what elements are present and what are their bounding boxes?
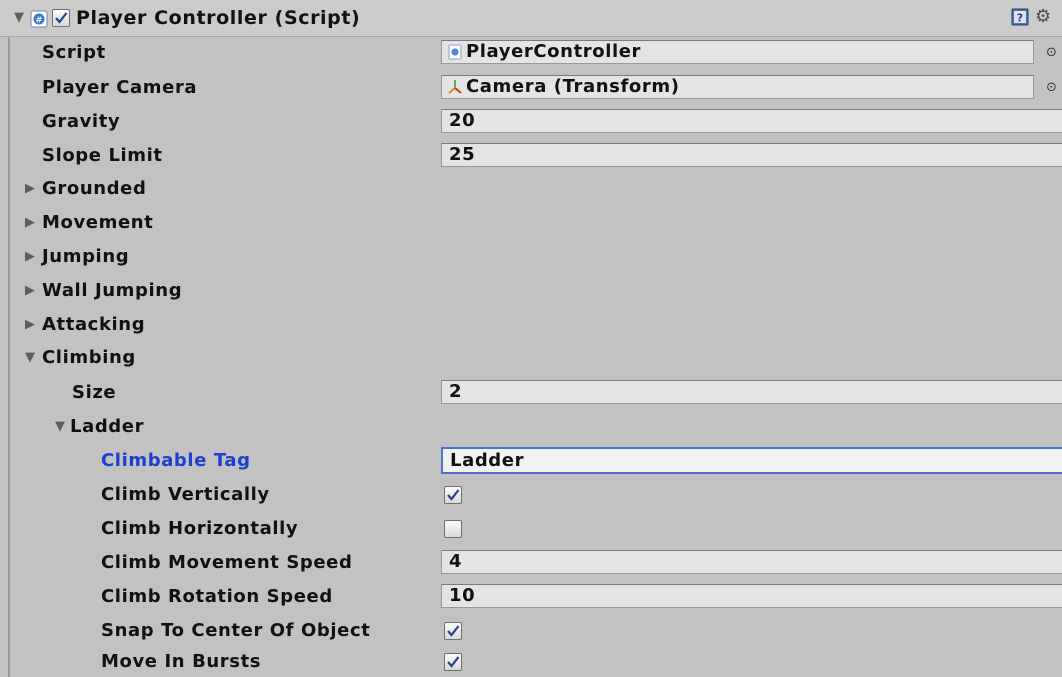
climb-vertically-row: Climb Vertically [0, 478, 1062, 512]
climb-movement-speed-label[interactable]: Climb Movement Speed [101, 546, 352, 580]
help-book-icon[interactable]: ? [1011, 8, 1029, 26]
player-camera-field[interactable]: Camera (Transform) [441, 75, 1034, 99]
triangle-right-icon[interactable]: ▶ [25, 240, 35, 274]
gear-icon[interactable]: ⚙ [1035, 6, 1059, 28]
foldout-movement-label[interactable]: Movement [42, 206, 153, 240]
climb-movement-speed-field[interactable]: 4 [441, 550, 1062, 574]
climbable-tag-label: Climbable Tag [101, 450, 251, 471]
script-field[interactable]: PlayerController [441, 40, 1034, 64]
foldout-movement[interactable]: ▶ Movement [0, 206, 1062, 240]
triangle-down-icon[interactable]: ▼ [25, 341, 35, 375]
object-picker-icon[interactable]: ⊙ [1046, 79, 1060, 97]
climbing-size-field[interactable]: 2 [441, 380, 1062, 404]
slope-limit-row: Slope Limit 25 [0, 139, 1062, 173]
triangle-down-icon[interactable]: ▼ [55, 410, 65, 444]
climb-vertically-label: Climb Vertically [101, 484, 270, 505]
climb-horizontally-checkbox[interactable] [444, 520, 462, 538]
move-in-bursts-checkbox[interactable] [444, 653, 462, 671]
foldout-jumping-label[interactable]: Jumping [42, 240, 129, 274]
component-enabled-checkbox[interactable] [52, 9, 70, 27]
gravity-row: Gravity 20 [0, 105, 1062, 139]
object-picker-icon[interactable]: ⊙ [1046, 44, 1060, 62]
snap-to-center-row: Snap To Center Of Object [0, 614, 1062, 648]
climbable-tag-field[interactable]: Ladder [441, 447, 1062, 474]
component-foldout-icon[interactable]: ▼ [14, 0, 24, 36]
foldout-climbing-label[interactable]: Climbing [42, 341, 136, 375]
foldout-grounded-label[interactable]: Grounded [42, 172, 146, 206]
player-camera-label: Player Camera [42, 77, 198, 98]
triangle-right-icon[interactable]: ▶ [25, 206, 35, 240]
foldout-wall-jumping-label[interactable]: Wall Jumping [42, 274, 182, 308]
gravity-label[interactable]: Gravity [42, 105, 120, 139]
slope-limit-value: 25 [449, 144, 476, 165]
triangle-right-icon[interactable]: ▶ [25, 274, 35, 308]
snap-to-center-checkbox[interactable] [444, 622, 462, 640]
climbable-tag-value: Ladder [450, 450, 525, 471]
move-in-bursts-row: Move In Bursts [0, 645, 1062, 677]
climbable-tag-row: Climbable Tag Ladder [0, 444, 1062, 478]
climb-movement-speed-row: Climb Movement Speed 4 [0, 546, 1062, 580]
foldout-ladder-label[interactable]: Ladder [70, 410, 144, 444]
move-in-bursts-label: Move In Bursts [101, 651, 262, 672]
script-row: Script PlayerController ⊙ [0, 36, 1062, 70]
triangle-right-icon[interactable]: ▶ [25, 308, 35, 342]
slope-limit-label[interactable]: Slope Limit [42, 139, 163, 173]
climb-rotation-speed-value: 10 [449, 585, 476, 606]
climb-movement-speed-value: 4 [449, 551, 463, 572]
foldout-climbing[interactable]: ▼ Climbing [0, 341, 1062, 375]
foldout-wall-jumping[interactable]: ▶ Wall Jumping [0, 274, 1062, 308]
foldout-attacking-label[interactable]: Attacking [42, 308, 145, 342]
foldout-attacking[interactable]: ▶ Attacking [0, 308, 1062, 342]
player-camera-row: Player Camera Camera (Transform) ⊙ [0, 71, 1062, 105]
csharp-script-icon [447, 44, 463, 60]
gravity-field[interactable]: 20 [441, 109, 1062, 133]
csharp-script-icon: # [30, 10, 48, 28]
inspector-panel: ▼ # Player Controller (Script) ? ⚙ Scrip… [0, 0, 1062, 677]
climbing-size-label: Size [72, 382, 117, 403]
component-header[interactable]: ▼ # Player Controller (Script) ? ⚙ [0, 0, 1062, 37]
triangle-right-icon[interactable]: ▶ [25, 172, 35, 206]
climb-rotation-speed-label[interactable]: Climb Rotation Speed [101, 580, 333, 614]
component-title: Player Controller (Script) [76, 7, 361, 29]
player-camera-value: Camera (Transform) [466, 76, 680, 97]
script-label: Script [42, 42, 106, 63]
snap-to-center-label: Snap To Center Of Object [101, 620, 371, 641]
foldout-grounded[interactable]: ▶ Grounded [0, 172, 1062, 206]
svg-text:#: # [36, 16, 43, 25]
climb-horizontally-row: Climb Horizontally [0, 512, 1062, 546]
gravity-value: 20 [449, 110, 476, 131]
foldout-jumping[interactable]: ▶ Jumping [0, 240, 1062, 274]
slope-limit-field[interactable]: 25 [441, 143, 1062, 167]
climb-rotation-speed-field[interactable]: 10 [441, 584, 1062, 608]
transform-axes-icon [447, 79, 463, 95]
climb-vertically-checkbox[interactable] [444, 486, 462, 504]
svg-text:?: ? [1017, 12, 1023, 25]
script-value: PlayerController [466, 41, 642, 62]
climbing-size-value: 2 [449, 381, 463, 402]
foldout-ladder[interactable]: ▼ Ladder [0, 410, 1062, 444]
climb-rotation-speed-row: Climb Rotation Speed 10 [0, 580, 1062, 614]
climb-horizontally-label: Climb Horizontally [101, 518, 299, 539]
climbing-size-row: Size 2 [0, 376, 1062, 410]
